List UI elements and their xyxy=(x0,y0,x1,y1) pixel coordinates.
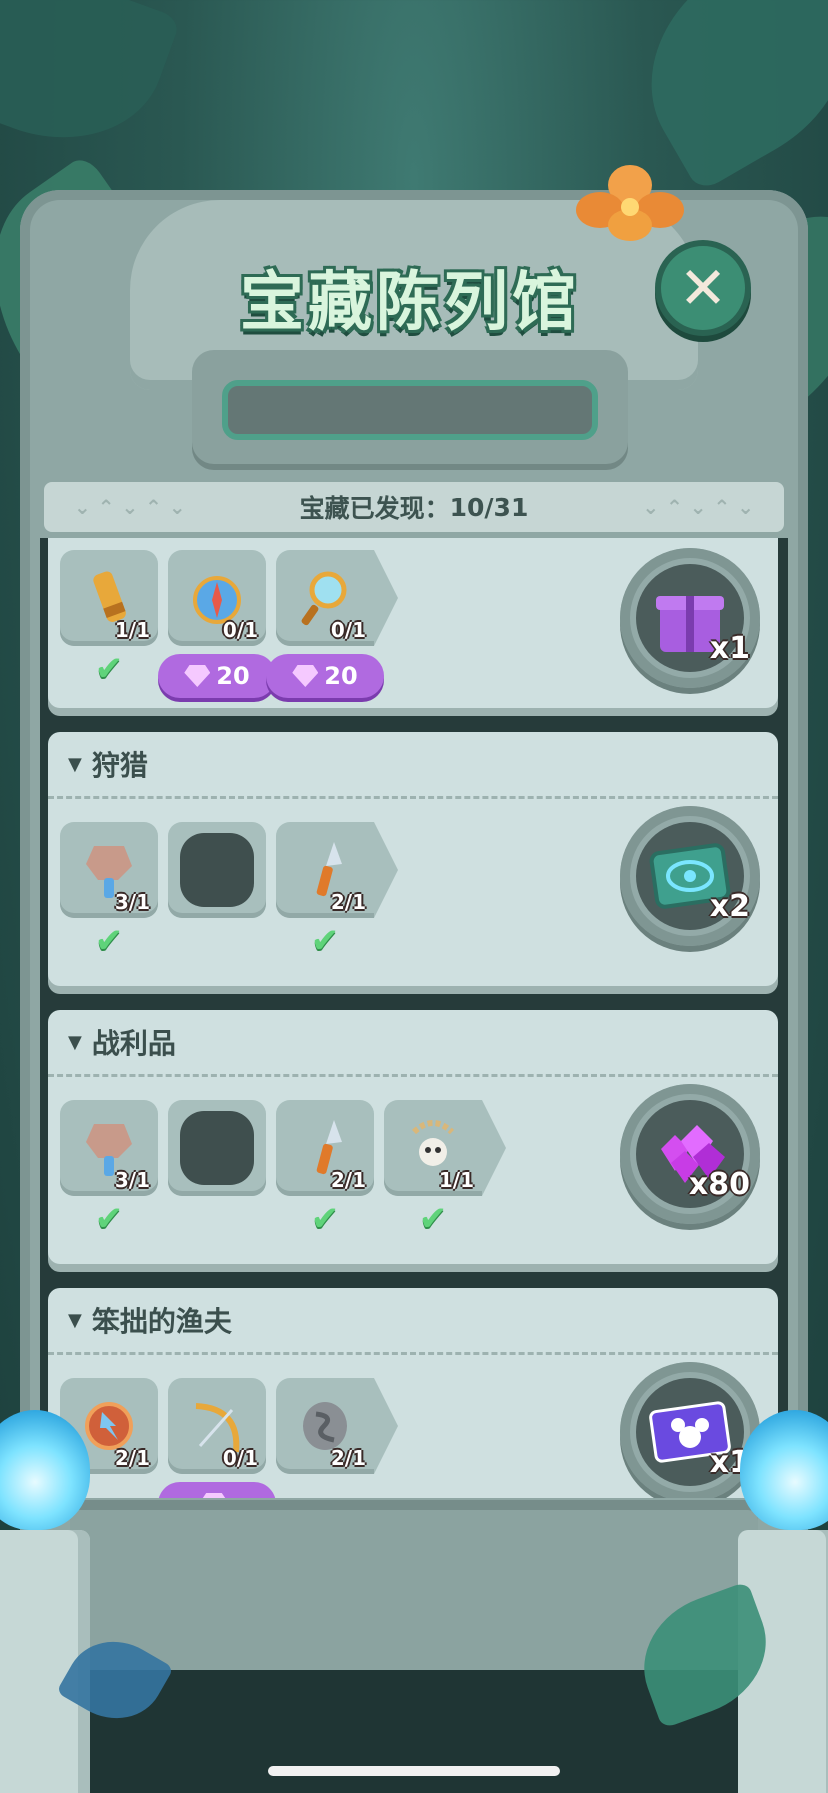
treasure-slot[interactable]: 2/1 xyxy=(276,1378,398,1498)
set-reward[interactable]: x1 xyxy=(620,548,760,688)
item-count: 0/1 xyxy=(222,1446,258,1470)
chevron-down-icon: ▼ xyxy=(68,1309,82,1331)
collection-card: 1/1 ✔ 0/1 20 0/1 20 x1 xyxy=(48,538,778,708)
item-count: 2/1 xyxy=(114,1446,150,1470)
collection-list[interactable]: 1/1 ✔ 0/1 20 0/1 20 x1 ▼ 狩猎 3/1 ✔ 2/1 ✔ … xyxy=(40,538,788,1498)
collection-card: ▼ 狩猎 3/1 ✔ 2/1 ✔ x2 xyxy=(48,732,778,986)
collection-card: ▼ 笨拙的渔夫 2/1 0/1 2/1 x1 xyxy=(48,1288,778,1498)
gem-icon xyxy=(184,665,211,687)
item-count: 1/1 xyxy=(114,618,150,642)
home-indicator[interactable] xyxy=(268,1766,560,1776)
treasure-slot[interactable]: 2/1 ✔ xyxy=(276,822,398,961)
chevron-down-icon: ▼ xyxy=(68,1031,82,1053)
treasure-slot[interactable]: 0/1 20 xyxy=(266,550,398,698)
set-reward[interactable]: x1 xyxy=(620,1362,760,1498)
locked-item-icon xyxy=(180,1111,254,1185)
treasure-slot[interactable] xyxy=(168,1100,266,1236)
gem-cost: 20 xyxy=(216,662,250,690)
treasure-slot[interactable] xyxy=(168,822,266,958)
chevron-decoration: ⌄ ⌃ ⌄ ⌃ ⌄ xyxy=(642,495,754,519)
card-header[interactable]: ▼ 狩猎 xyxy=(48,732,778,799)
treasure-slot[interactable]: 1/1 ✔ xyxy=(60,550,158,698)
item-count: 2/1 xyxy=(330,1446,366,1470)
page-title: 宝藏陈列馆 xyxy=(240,266,580,340)
treasure-slot[interactable]: 3/1 ✔ xyxy=(60,822,158,958)
reward-quantity: x80 xyxy=(688,1167,750,1202)
treasure-slot[interactable]: 1/1 ✔ xyxy=(384,1100,506,1239)
card-title: 战利品 xyxy=(91,1027,176,1060)
gem-buy-button[interactable]: 20 xyxy=(266,654,384,698)
gem-icon xyxy=(201,1493,227,1498)
collection-card: ▼ 战利品 3/1 ✔ 2/1 ✔ 1/1 ✔ x80 xyxy=(48,1010,778,1264)
item-count: 2/1 xyxy=(330,1168,366,1192)
gem-cost: 20 xyxy=(324,662,358,690)
item-count: 0/1 xyxy=(330,618,366,642)
foliage-decoration xyxy=(0,0,182,170)
set-reward[interactable]: x80 xyxy=(620,1084,760,1224)
item-count: 2/1 xyxy=(330,890,366,914)
item-count: 1/1 xyxy=(438,1168,474,1192)
reward-quantity: x2 xyxy=(709,889,750,924)
close-button[interactable]: ✕ xyxy=(655,240,751,336)
found-check-icon: ✔ xyxy=(310,921,340,961)
reward-quantity: x1 xyxy=(709,631,750,666)
found-check-icon: ✔ xyxy=(418,1199,448,1239)
discovery-progress: ⌄ ⌃ ⌄ ⌃ ⌄ 宝藏已发现： 10/31 ⌄ ⌃ ⌄ ⌃ ⌄ xyxy=(44,482,784,532)
flower-decoration xyxy=(576,165,684,241)
card-header[interactable]: ▼ 笨拙的渔夫 xyxy=(48,1288,778,1355)
chevron-decoration: ⌄ ⌃ ⌄ ⌃ ⌄ xyxy=(74,495,186,519)
locked-item-icon xyxy=(180,833,254,907)
card-title: 笨拙的渔夫 xyxy=(91,1305,232,1338)
close-icon: ✕ xyxy=(678,254,728,322)
card-title: 狩猎 xyxy=(91,749,148,782)
title-plaque xyxy=(192,350,628,470)
treasure-slot[interactable]: 0/1 20 xyxy=(158,550,276,698)
progress-label: 宝藏已发现： xyxy=(299,494,450,523)
set-reward[interactable]: x2 xyxy=(620,806,760,946)
found-check-icon: ✔ xyxy=(94,1199,124,1239)
progress-value: 10/31 xyxy=(449,492,529,522)
treasure-slot[interactable]: 0/1 xyxy=(158,1378,276,1498)
treasure-slot[interactable]: 3/1 ✔ xyxy=(60,1100,158,1236)
card-header[interactable]: ▼ 战利品 xyxy=(48,1010,778,1077)
found-check-icon: ✔ xyxy=(94,921,124,961)
treasure-slot[interactable]: 2/1 ✔ xyxy=(276,1100,374,1236)
gem-buy-button[interactable]: 20 xyxy=(158,654,276,698)
item-count: 3/1 xyxy=(114,1168,150,1192)
chevron-down-icon: ▼ xyxy=(68,753,82,775)
item-count: 0/1 xyxy=(222,618,258,642)
gem-icon xyxy=(292,665,319,687)
found-check-icon: ✔ xyxy=(94,649,124,689)
gem-buy-button[interactable] xyxy=(158,1482,276,1498)
found-check-icon: ✔ xyxy=(310,1199,340,1239)
foliage-decoration xyxy=(609,0,828,193)
item-count: 3/1 xyxy=(114,890,150,914)
